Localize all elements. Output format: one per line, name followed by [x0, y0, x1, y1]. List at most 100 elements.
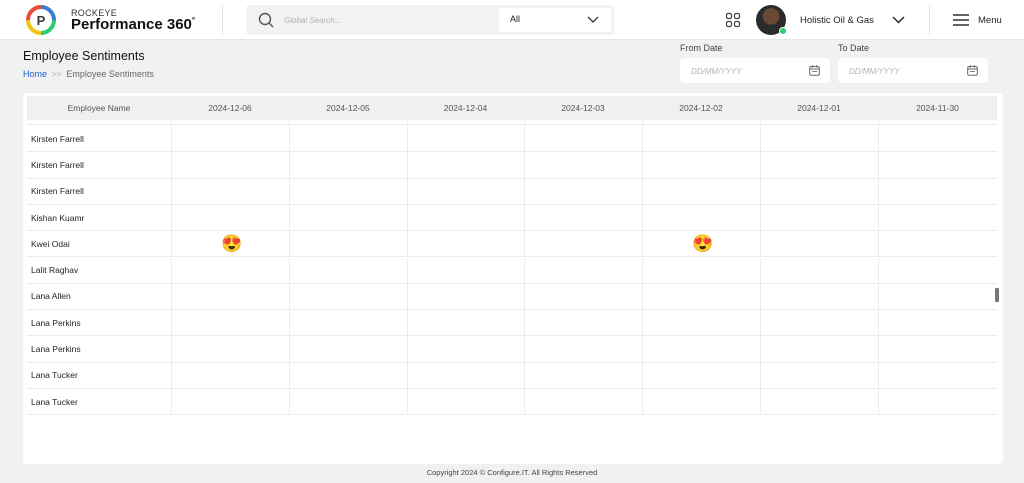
table-row[interactable]: Kwei Odai 😍 😍	[27, 231, 997, 258]
to-date-label: To Date	[838, 43, 870, 53]
table-cell	[407, 120, 524, 124]
from-date-input[interactable]	[691, 64, 801, 78]
table-row[interactable]: Lana Perkins	[27, 310, 997, 337]
table-cell	[642, 120, 760, 124]
search-input[interactable]	[284, 11, 494, 29]
to-date-input[interactable]	[849, 64, 959, 78]
from-date-label: From Date	[680, 43, 723, 53]
sentiment-cell	[171, 204, 289, 231]
sentiment-cell	[524, 126, 642, 152]
organization-name[interactable]: Holistic Oil & Gas	[800, 15, 874, 26]
sentiment-cell	[760, 152, 878, 178]
table-row[interactable]: Kirsten Farrell	[27, 178, 997, 205]
sentiment-cell	[171, 126, 289, 152]
search-icon[interactable]	[258, 12, 274, 28]
sentiment-cell	[289, 336, 407, 362]
sentiment-cell	[878, 310, 997, 336]
employee-name: Lana Perkins	[31, 344, 81, 355]
employee-name: Kwei Odai	[31, 238, 70, 249]
column-header: 2024-12-01	[797, 103, 841, 113]
sentiment-cell	[760, 257, 878, 283]
from-date-field[interactable]	[680, 58, 830, 83]
heart-eyes-emoji-icon: 😍	[692, 234, 714, 254]
table-cell	[524, 120, 642, 124]
sentiment-cell	[524, 178, 642, 204]
sentiment-cell	[407, 336, 524, 362]
table-row[interactable]: Lana Allen	[27, 283, 997, 311]
sentiment-cell	[289, 204, 407, 231]
column-header: 2024-12-04	[443, 103, 488, 113]
scrollbar-thumb[interactable]	[995, 288, 999, 302]
sentiment-cell	[642, 336, 760, 362]
to-date-field[interactable]	[838, 58, 988, 83]
search-scope-select[interactable]: All	[499, 8, 611, 32]
table-row[interactable]: Kirsten Farrell	[27, 152, 997, 179]
brand-degree: °	[191, 16, 196, 25]
sentiment-cell	[642, 257, 760, 283]
table-row[interactable]: Lana Tucker	[27, 389, 997, 416]
sentiment-cell	[171, 283, 289, 310]
employee-name: Kirsten Farrell	[31, 159, 84, 170]
calendar-icon[interactable]	[809, 65, 820, 76]
sentiment-cell	[642, 178, 760, 204]
sentiment-cell	[289, 362, 407, 388]
sentiment-cell	[171, 310, 289, 336]
sentiment-cell	[289, 231, 407, 257]
table-cell	[289, 120, 407, 124]
sentiment-cell	[171, 336, 289, 362]
sentiment-cell	[171, 257, 289, 283]
sentiment-cell	[642, 126, 760, 152]
chevron-down-icon[interactable]	[892, 16, 905, 24]
sentiment-cell	[878, 283, 997, 310]
table-cell	[171, 120, 289, 124]
rockeye-logo[interactable]: P	[26, 5, 56, 35]
sentiment-table-panel: Employee Name 2024-12-06 2024-12-05 2024…	[23, 93, 1003, 464]
divider	[222, 5, 223, 35]
sentiment-cell	[524, 336, 642, 362]
divider	[929, 5, 930, 35]
sentiment-cell	[878, 336, 997, 362]
sentiment-cell	[289, 283, 407, 310]
sentiment-cell	[760, 283, 878, 310]
menu-button[interactable]: Menu	[953, 12, 1013, 30]
sentiment-cell	[407, 389, 524, 415]
table-row[interactable]: Lana Tucker	[27, 362, 997, 389]
sentiment-cell	[524, 152, 642, 178]
scrollbar[interactable]	[994, 120, 1000, 420]
table-row[interactable]: Lalit Raghav	[27, 257, 997, 284]
sentiment-cell	[878, 257, 997, 283]
apps-grid-icon[interactable]	[725, 12, 741, 28]
column-header: 2024-11-30	[916, 103, 959, 113]
calendar-icon[interactable]	[967, 65, 978, 76]
top-bar: P ROCKEYE Performance 360° All Holistic …	[0, 0, 1024, 40]
sentiment-cell	[760, 336, 878, 362]
column-header: 2024-12-05	[326, 103, 370, 113]
sentiment-cell	[760, 362, 878, 388]
sentiment-cell	[524, 204, 642, 231]
table-header: Employee Name 2024-12-06 2024-12-05 2024…	[27, 96, 997, 120]
sentiment-cell	[289, 389, 407, 415]
breadcrumb-home-link[interactable]: Home	[23, 69, 47, 79]
sentiment-cell	[407, 152, 524, 178]
chevron-down-icon	[587, 16, 599, 23]
sentiment-cell	[171, 178, 289, 204]
table-row[interactable]: Lana Perkins	[27, 336, 997, 363]
sentiment-cell	[407, 362, 524, 388]
sentiment-cell	[171, 152, 289, 178]
employee-name: Lana Perkins	[31, 317, 81, 328]
sentiment-cell	[524, 310, 642, 336]
brand-title-text: Performance 360	[71, 16, 192, 33]
sentiment-cell	[289, 310, 407, 336]
sentiment-cell	[760, 126, 878, 152]
sentiment-cell	[407, 257, 524, 283]
table-row[interactable]: Kishan Kuamr	[27, 204, 997, 232]
sentiment-cell	[407, 178, 524, 204]
sentiment-cell	[407, 231, 524, 257]
sentiment-table[interactable]: Employee Name 2024-12-06 2024-12-05 2024…	[27, 96, 997, 418]
sentiment-cell	[407, 283, 524, 310]
search-scope-value: All	[510, 14, 521, 24]
avatar[interactable]	[756, 5, 787, 35]
table-row[interactable]: Kirsten Farrell	[27, 126, 997, 153]
svg-text:P: P	[37, 13, 46, 28]
column-header: 2024-12-06	[208, 103, 252, 113]
